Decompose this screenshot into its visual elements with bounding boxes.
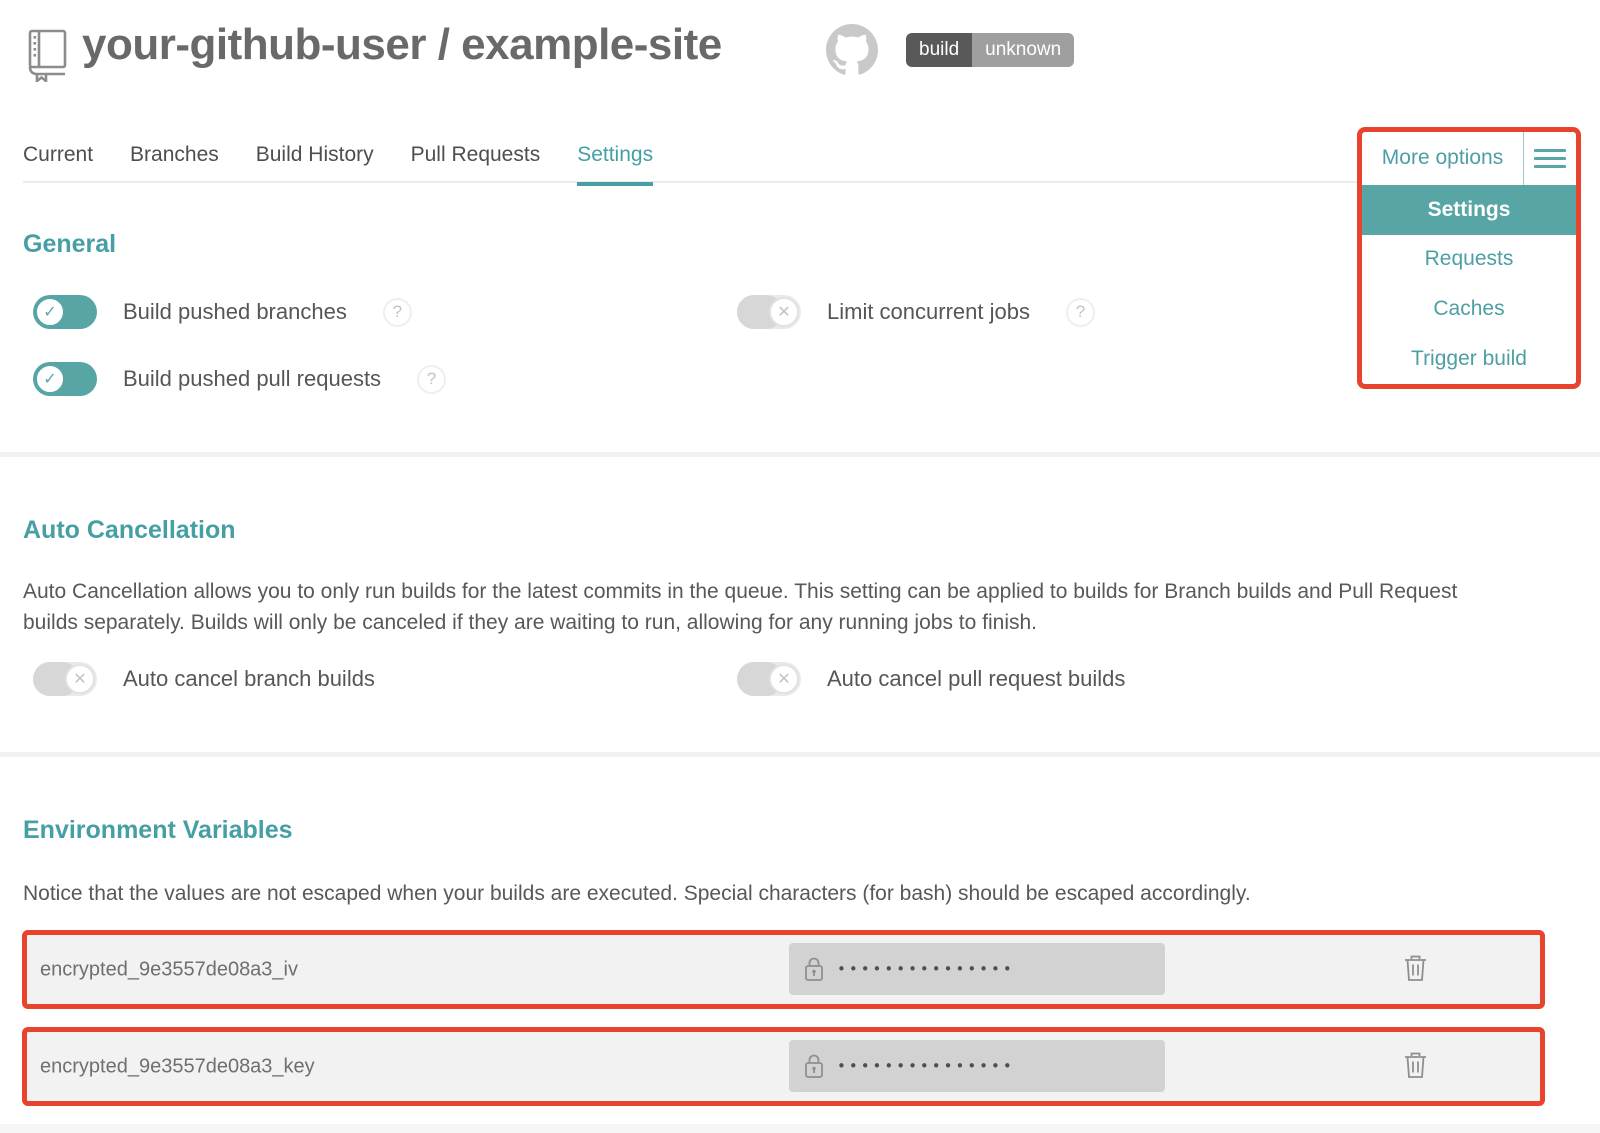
help-icon[interactable]: ?: [383, 298, 412, 327]
env-var-name: encrypted_9e3557de08a3_key: [40, 1055, 315, 1078]
tab-current[interactable]: Current: [23, 143, 93, 186]
auto-cancel-branch-builds-row: ✕ Auto cancel branch builds: [33, 662, 375, 696]
build-pushed-branches-row: ✓ Build pushed branches ?: [33, 295, 412, 329]
tab-branches[interactable]: Branches: [130, 143, 219, 186]
menu-item-settings[interactable]: Settings: [1362, 185, 1576, 235]
auto-cancellation-heading: Auto Cancellation: [23, 516, 236, 545]
auto-cancel-branch-builds-toggle[interactable]: ✕: [33, 662, 97, 696]
general-heading: General: [23, 230, 116, 259]
tab-pull-requests[interactable]: Pull Requests: [411, 143, 541, 186]
trash-icon: [1403, 954, 1428, 983]
trash-icon: [1403, 1051, 1428, 1080]
menu-item-requests[interactable]: Requests: [1362, 235, 1576, 285]
toggle-cross-icon: ✕: [65, 664, 95, 694]
badge-status-value: unknown: [972, 33, 1074, 67]
section-divider: [0, 752, 1600, 757]
env-var-row-iv: encrypted_9e3557de08a3_iv ••••••••••••••…: [22, 930, 1545, 1009]
toggle-check-icon: ✓: [35, 297, 65, 327]
auto-cancel-pull-request-builds-row: ✕ Auto cancel pull request builds: [737, 662, 1125, 696]
github-icon[interactable]: [826, 24, 878, 81]
env-var-value-field[interactable]: •••••••••••••••: [789, 1040, 1165, 1092]
more-options-label[interactable]: More options: [1362, 146, 1523, 170]
environment-variables-heading: Environment Variables: [23, 816, 293, 845]
env-var-name: encrypted_9e3557de08a3_iv: [40, 958, 298, 981]
more-options-button[interactable]: More options: [1362, 132, 1576, 185]
env-var-value-field[interactable]: •••••••••••••••: [789, 943, 1165, 995]
environment-variables-notice: Notice that the values are not escaped w…: [23, 878, 1523, 909]
lock-icon: [803, 1052, 825, 1080]
toggle-check-icon: ✓: [35, 364, 65, 394]
section-divider: [0, 452, 1600, 457]
toggle-cross-icon: ✕: [769, 664, 799, 694]
build-pushed-branches-toggle[interactable]: ✓: [33, 295, 97, 329]
badge-build-label: build: [906, 33, 972, 67]
help-icon[interactable]: ?: [1066, 298, 1095, 327]
toggle-label: Limit concurrent jobs: [827, 299, 1030, 325]
more-options-annotated-panel: More options Settings Requests Caches Tr…: [1357, 127, 1581, 389]
toggle-label: Build pushed branches: [123, 299, 347, 325]
tab-build-history[interactable]: Build History: [256, 143, 374, 186]
repository-book-icon: [24, 28, 70, 87]
toggle-label: Auto cancel branch builds: [123, 666, 375, 692]
menu-item-caches[interactable]: Caches: [1362, 284, 1576, 334]
page-title: your-github-user / example-site: [82, 20, 722, 70]
masked-value: •••••••••••••••: [837, 960, 1015, 978]
toggle-label: Build pushed pull requests: [123, 366, 381, 392]
limit-concurrent-jobs-row: ✕ Limit concurrent jobs ?: [737, 295, 1095, 329]
tab-settings[interactable]: Settings: [577, 143, 653, 186]
next-row-edge: [0, 1124, 1600, 1133]
delete-env-var-button[interactable]: [1403, 954, 1428, 986]
lock-icon: [803, 955, 825, 983]
limit-concurrent-jobs-toggle[interactable]: ✕: [737, 295, 801, 329]
toggle-label: Auto cancel pull request builds: [827, 666, 1125, 692]
repo-tabs: Current Branches Build History Pull Requ…: [23, 143, 653, 186]
auto-cancel-pull-request-builds-toggle[interactable]: ✕: [737, 662, 801, 696]
help-icon[interactable]: ?: [417, 365, 446, 394]
auto-cancellation-description: Auto Cancellation allows you to only run…: [23, 576, 1473, 638]
build-pushed-pull-requests-row: ✓ Build pushed pull requests ?: [33, 362, 446, 396]
delete-env-var-button[interactable]: [1403, 1051, 1428, 1083]
toggle-cross-icon: ✕: [769, 297, 799, 327]
build-status-badge: build unknown: [906, 33, 1074, 67]
menu-item-trigger-build[interactable]: Trigger build: [1362, 334, 1576, 384]
masked-value: •••••••••••••••: [837, 1057, 1015, 1075]
build-pushed-pull-requests-toggle[interactable]: ✓: [33, 362, 97, 396]
hamburger-menu-icon[interactable]: [1524, 149, 1576, 168]
env-var-row-key: encrypted_9e3557de08a3_key •••••••••••••…: [22, 1027, 1545, 1106]
